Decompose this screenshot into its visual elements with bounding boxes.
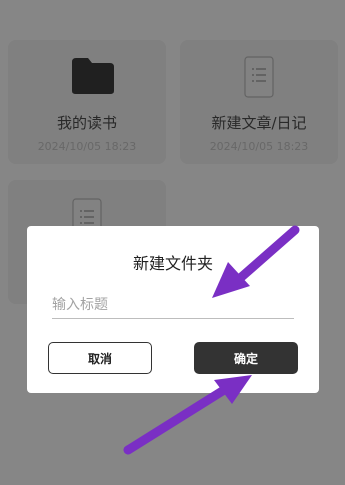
dialog-title: 新建文件夹	[132, 254, 213, 273]
cancel-button[interactable]: 取消	[48, 342, 152, 374]
confirm-button[interactable]: 确定	[194, 342, 298, 374]
new-folder-dialog: 新建文件夹 取消 确定	[27, 226, 319, 393]
folder-title-input[interactable]	[52, 292, 294, 319]
